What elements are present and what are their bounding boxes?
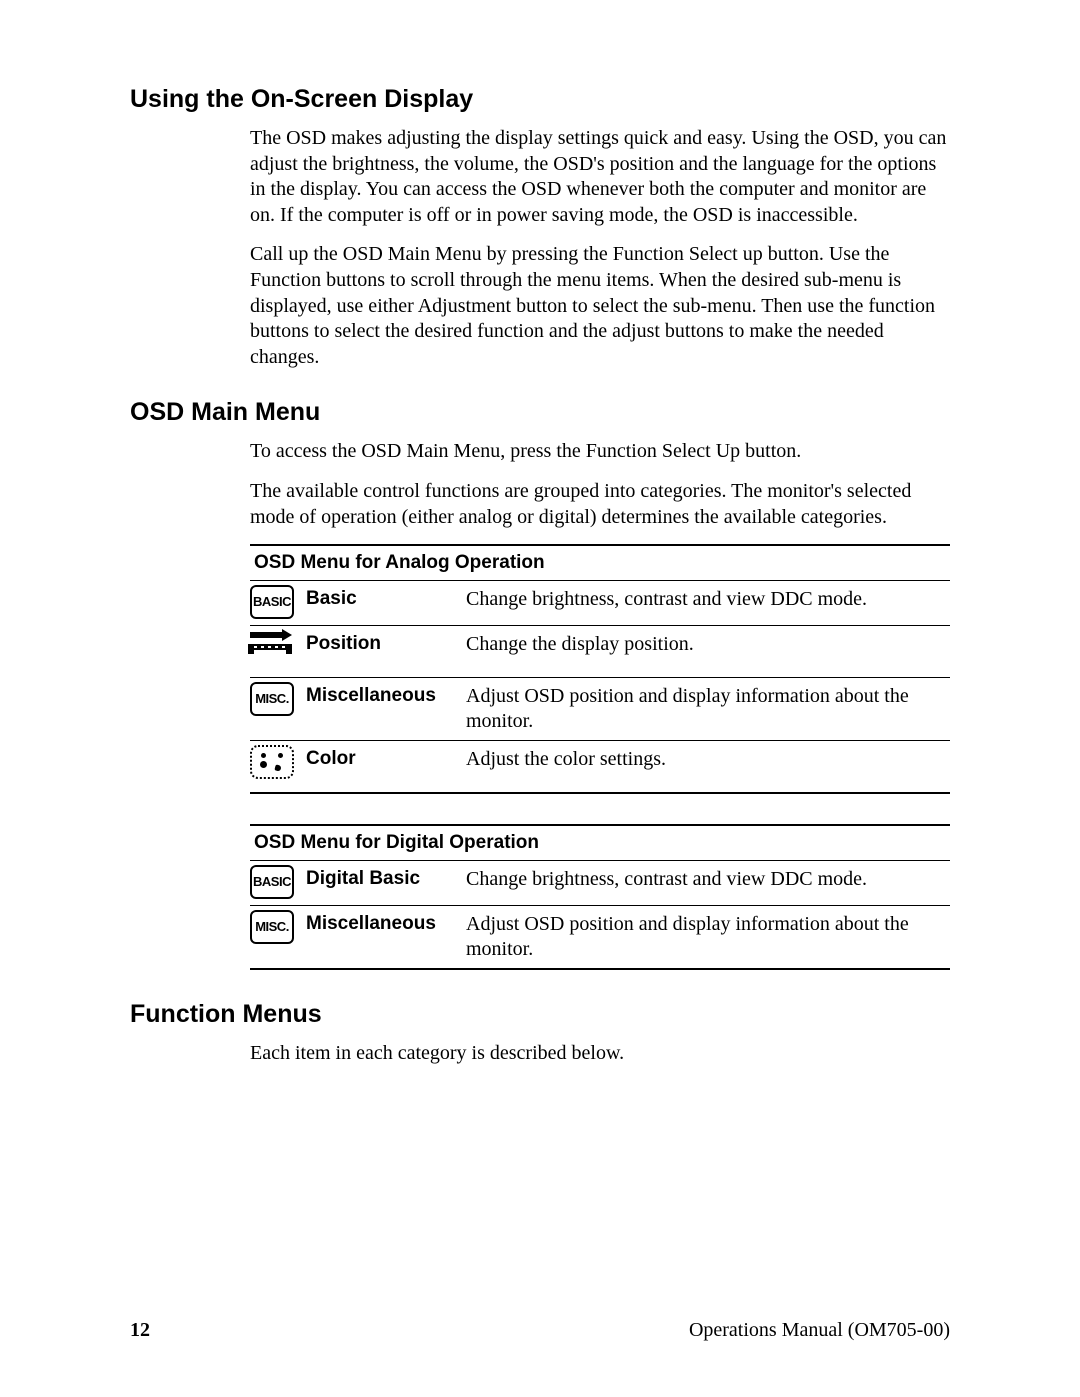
position-icon [250,630,294,664]
heading-osd-main-menu: OSD Main Menu [130,398,950,427]
table-heading-digital: OSD Menu for Digital Operation [250,824,950,861]
basic-icon: BASIC [250,865,294,899]
row-name: Miscellaneous [306,678,466,741]
footer-label: Operations Manual (OM705-00) [689,1319,950,1342]
heading-function-menus: Function Menus [130,1000,950,1029]
para-osd-intro-2: Call up the OSD Main Menu by pressing th… [250,242,950,370]
row-desc: Change brightness, contrast and view DDC… [466,581,950,626]
table-row: BASIC Basic Change brightness, contrast … [250,581,950,626]
row-name: Position [306,626,466,678]
page-number: 12 [130,1319,150,1342]
table-digital-operation: OSD Menu for Digital Operation BASIC Dig… [250,824,950,970]
row-desc: Change the display position. [466,626,950,678]
table-row: Position Change the display position. [250,626,950,678]
row-desc: Adjust OSD position and display informat… [466,906,950,970]
color-icon [250,745,294,779]
table-row: BASIC Digital Basic Change brightness, c… [250,861,950,906]
row-desc: Change brightness, contrast and view DDC… [466,861,950,906]
misc-icon: MISC. [250,682,294,716]
table-row: Color Adjust the color settings. [250,741,950,794]
row-desc: Adjust the color settings. [466,741,950,794]
table-row: MISC. Miscellaneous Adjust OSD position … [250,678,950,741]
para-mainmenu-2: The available control functions are grou… [250,479,950,530]
row-desc: Adjust OSD position and display informat… [466,678,950,741]
table-row: MISC. Miscellaneous Adjust OSD position … [250,906,950,970]
para-function-menus: Each item in each category is described … [250,1041,950,1067]
table-heading-analog: OSD Menu for Analog Operation [250,544,950,581]
table-analog-operation: OSD Menu for Analog Operation BASIC Basi… [250,544,950,794]
page-footer: 12 Operations Manual (OM705-00) [130,1319,950,1342]
row-name: Digital Basic [306,861,466,906]
misc-icon: MISC. [250,910,294,944]
para-mainmenu-1: To access the OSD Main Menu, press the F… [250,439,950,465]
row-name: Color [306,741,466,794]
row-name: Basic [306,581,466,626]
para-osd-intro-1: The OSD makes adjusting the display sett… [250,126,950,228]
basic-icon: BASIC [250,585,294,619]
row-name: Miscellaneous [306,906,466,970]
heading-using-osd: Using the On-Screen Display [130,85,950,114]
